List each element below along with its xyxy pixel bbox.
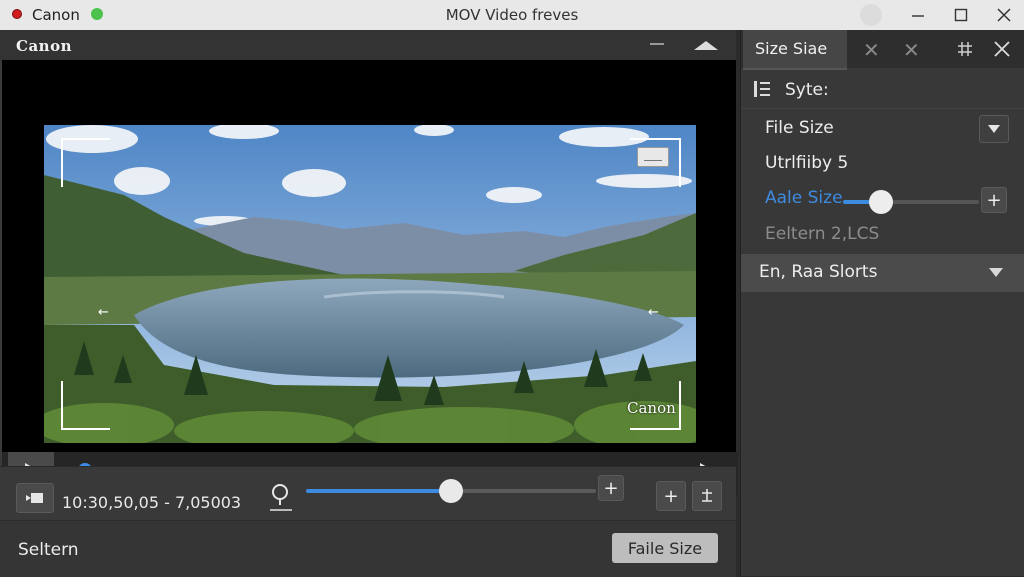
minimize-button[interactable] (898, 0, 938, 30)
tab-size[interactable]: Size Siae (743, 30, 847, 70)
list-icon (754, 81, 770, 97)
brand-logo: Canon (16, 37, 72, 55)
disabled-line: Eeltern 2,LCS (765, 224, 880, 244)
plus-icon: + (663, 485, 679, 507)
video-camera-icon (26, 493, 43, 503)
lasso-icon[interactable] (268, 481, 294, 513)
close-panel-icon[interactable] (993, 40, 1011, 58)
volume-fill (306, 489, 451, 493)
close-icon (997, 8, 1011, 22)
section-label: Syte: (785, 80, 829, 100)
close-tab-icon[interactable]: ✕ (903, 38, 920, 62)
plus-icon: + (603, 477, 619, 499)
section-header: Syte: (741, 76, 1024, 106)
status-text: Seltern (18, 540, 79, 560)
size-panel: Size Siae ✕ ✕ Syte: File Size Utrlfiiby … (740, 30, 1024, 576)
sort-dropdown[interactable]: En, Raa Slorts (741, 254, 1024, 292)
anchor-button[interactable] (692, 481, 722, 511)
video-header: Canon (0, 30, 736, 60)
file-size-row[interactable]: File Size (741, 108, 1024, 149)
timecode-readout: 10:30,50,05 - 7,05003 (62, 493, 242, 512)
camera-hud-icon (637, 147, 669, 167)
landscape-scene (44, 125, 696, 443)
minimize-panel-icon[interactable] (650, 43, 664, 45)
window-titlebar: Canon MOV Video freves (0, 0, 1024, 30)
close-tab-icon[interactable]: ✕ (863, 38, 880, 62)
file-size-label: File Size (765, 118, 834, 138)
size-slider-label: Aale Size (765, 188, 843, 208)
video-frame: ← ← Canon (44, 125, 696, 443)
grid-icon[interactable] (957, 41, 973, 57)
chevron-down-icon (988, 125, 1000, 133)
video-watermark: Canon (627, 399, 676, 417)
add-button[interactable]: + (656, 481, 686, 511)
volume-handle[interactable] (439, 479, 463, 503)
size-slider-handle[interactable] (869, 190, 894, 214)
status-bar: Seltern Faile Size (0, 520, 736, 577)
video-viewer[interactable]: ← ← Canon (2, 60, 738, 496)
info-line: Utrlfiiby 5 (765, 153, 849, 173)
camera-button[interactable] (16, 483, 54, 513)
ghost-button-icon (860, 4, 882, 26)
right-arrow-icon: ← (648, 305, 659, 320)
file-size-dropdown[interactable] (979, 115, 1009, 143)
collapse-icon[interactable] (693, 38, 719, 52)
left-arrow-icon: ← (98, 305, 109, 320)
close-button[interactable] (984, 0, 1024, 30)
chevron-down-icon (989, 268, 1003, 277)
plus-icon: + (986, 189, 1002, 211)
tab-size-label: Size Siae (755, 39, 828, 58)
edit-toolbar: 10:30,50,05 - 7,05003 + + (0, 466, 736, 521)
maximize-button[interactable] (941, 0, 981, 30)
volume-slider[interactable] (306, 479, 596, 503)
minimize-icon (912, 15, 924, 17)
zoom-in-button[interactable]: + (598, 475, 624, 501)
disabled-row: Eeltern 2,LCS (741, 220, 1024, 254)
maximize-icon (954, 8, 968, 22)
size-slider[interactable] (843, 190, 979, 214)
size-slider-row: Aale Size + (741, 174, 1024, 220)
sort-prefix: En, Raa Slorts (759, 262, 878, 282)
video-pane: Canon ← ← Canon 10:30,50,05 - 7,05003 + … (0, 30, 738, 577)
panel-tabbar: Size Siae ✕ ✕ (741, 30, 1024, 70)
anchor-icon (702, 489, 712, 502)
sort-dropdown-label: En, Raa Slorts (759, 262, 877, 282)
size-increase-button[interactable]: + (981, 187, 1007, 213)
file-size-button[interactable]: Faile Size (612, 533, 718, 563)
